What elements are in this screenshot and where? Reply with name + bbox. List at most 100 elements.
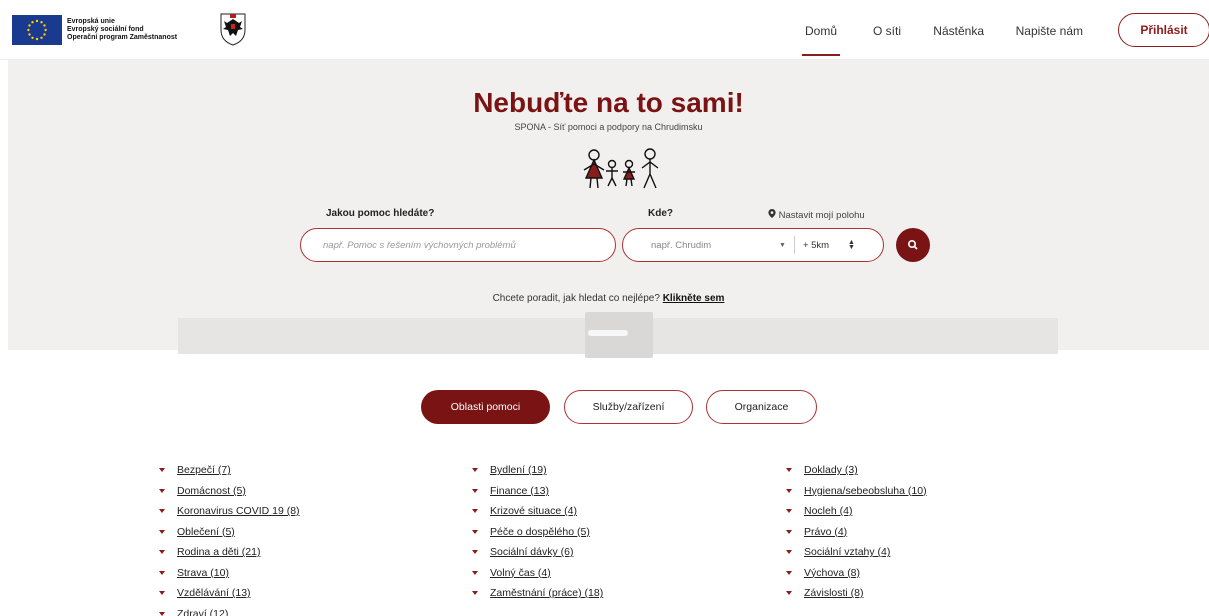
radius-select[interactable]: + 5km (803, 240, 848, 251)
tab-organizations[interactable]: Organizace (706, 390, 817, 424)
list-item[interactable]: Hygiena/sebeobsluha (10) (785, 481, 927, 502)
help-text: Chcete poradit, jak hledat co nejlépe? (492, 293, 660, 304)
category-link[interactable]: Závislosti (8) (804, 587, 864, 599)
where-placeholder[interactable]: např. Chrudim (651, 240, 779, 251)
category-column-2: Bydlení (19) Finance (13) Krizové situac… (471, 460, 603, 604)
help-link[interactable]: Klikněte sem (663, 293, 725, 304)
list-item[interactable]: Koronavirus COVID 19 (8) (158, 501, 300, 522)
coat-of-arms-icon[interactable] (218, 12, 248, 46)
search-button[interactable] (896, 228, 930, 262)
list-item[interactable]: Rodina a děti (21) (158, 542, 300, 563)
where-input-group[interactable]: např. Chrudim ▼ + 5km ▲ ▼ (622, 228, 884, 262)
family-icon (583, 148, 659, 189)
set-location-link[interactable]: Nastavit mojí polohu (768, 209, 865, 221)
category-link[interactable]: Zaměstnání (práce) (18) (490, 587, 603, 599)
category-link[interactable]: Bezpečí (7) (177, 464, 231, 476)
list-item[interactable]: Zaměstnání (práce) (18) (471, 583, 603, 604)
bullet-icon (786, 509, 792, 514)
nav-contact[interactable]: Napište nám (1016, 24, 1083, 38)
bullet-icon (472, 468, 478, 473)
bullet-icon (159, 488, 165, 493)
eu-line-1: Evropská unie (67, 18, 115, 25)
eu-text: Evropská unie Evropský sociální fond Ope… (67, 18, 177, 42)
category-link[interactable]: Sociální vztahy (4) (804, 546, 890, 558)
list-item[interactable]: Vzdělávání (13) (158, 583, 300, 604)
where-label: Kde? (648, 208, 673, 219)
hero-section: Nebuďte na to sami! SPONA - Síť pomoci a… (8, 60, 1209, 358)
category-link[interactable]: Domácnost (5) (177, 485, 246, 497)
list-item[interactable]: Nocleh (4) (785, 501, 927, 522)
category-link[interactable]: Sociální dávky (6) (490, 546, 573, 558)
list-item[interactable]: Sociální dávky (6) (471, 542, 603, 563)
bullet-icon (786, 591, 792, 596)
radius-stepper-icon[interactable]: ▲ ▼ (848, 239, 855, 251)
bullet-icon (786, 550, 792, 555)
category-link[interactable]: Hygiena/sebeobsluha (10) (804, 485, 927, 497)
list-item[interactable]: Závislosti (8) (785, 583, 927, 604)
bullet-icon (472, 591, 478, 596)
list-item[interactable]: Výchova (8) (785, 563, 927, 584)
category-link[interactable]: Strava (10) (177, 567, 229, 579)
bullet-icon (159, 591, 165, 596)
tab-services[interactable]: Služby/zařízení (564, 390, 693, 424)
category-link[interactable]: Rodina a děti (21) (177, 546, 260, 558)
category-link[interactable]: Koronavirus COVID 19 (8) (177, 505, 300, 517)
list-item[interactable]: Domácnost (5) (158, 481, 300, 502)
page-subtitle: SPONA - Síť pomoci a podpory na Chrudims… (514, 122, 703, 132)
list-item[interactable]: Právo (4) (785, 522, 927, 543)
category-link[interactable]: Výchova (8) (804, 567, 860, 579)
category-link[interactable]: Právo (4) (804, 526, 847, 538)
category-link[interactable]: Finance (13) (490, 485, 549, 497)
bullet-icon (159, 529, 165, 534)
page-title: Nebuďte na to sami! (473, 87, 744, 118)
login-button[interactable]: Přihlásit (1118, 13, 1209, 47)
category-link[interactable]: Doklady (3) (804, 464, 858, 476)
eu-logo[interactable]: Evropská unie Evropský sociální fond Ope… (12, 15, 177, 45)
divider (793, 236, 795, 254)
list-item[interactable]: Strava (10) (158, 563, 300, 584)
nav-about[interactable]: O síti (873, 24, 901, 38)
set-location-label: Nastavit mojí polohu (778, 210, 865, 221)
location-pin-icon (768, 209, 776, 218)
bullet-icon (786, 468, 792, 473)
nav-board[interactable]: Nástěnka (933, 24, 984, 38)
decorative-bar (588, 330, 628, 336)
category-link[interactable]: Zdraví (12) (177, 608, 228, 616)
list-item[interactable]: Doklady (3) (785, 460, 927, 481)
category-link[interactable]: Krizové situace (4) (490, 505, 577, 517)
category-link[interactable]: Nocleh (4) (804, 505, 852, 517)
category-column-1: Bezpečí (7) Domácnost (5) Koronavirus CO… (158, 460, 300, 616)
category-link[interactable]: Volný čas (4) (490, 567, 551, 579)
list-item[interactable]: Finance (13) (471, 481, 603, 502)
list-item[interactable]: Zdraví (12) (158, 604, 300, 616)
bullet-icon (159, 550, 165, 555)
list-item[interactable]: Bezpečí (7) (158, 460, 300, 481)
category-link[interactable]: Oblečení (5) (177, 526, 235, 538)
what-search-input[interactable]: např. Pomoc s řešením výchovných problém… (300, 228, 616, 262)
bullet-icon (159, 468, 165, 473)
eu-line-2: Evropský sociální fond (67, 26, 144, 33)
category-column-3: Doklady (3) Hygiena/sebeobsluha (10) Noc… (785, 460, 927, 604)
search-help: Chcete poradit, jak hledat co nejlépe? K… (8, 293, 1209, 304)
tab-areas[interactable]: Oblasti pomoci (421, 390, 550, 424)
list-item[interactable]: Volný čas (4) (471, 563, 603, 584)
site-header: Evropská unie Evropský sociální fond Ope… (0, 0, 1209, 60)
list-item[interactable]: Sociální vztahy (4) (785, 542, 927, 563)
search-icon (908, 240, 918, 250)
bullet-icon (472, 509, 478, 514)
bullet-icon (159, 611, 165, 616)
what-label: Jakou pomoc hledáte? (326, 208, 435, 219)
eu-line-3: Operační program Zaměstnanost (67, 34, 178, 41)
list-item[interactable]: Krizové situace (4) (471, 501, 603, 522)
nav-home[interactable]: Domů (801, 24, 841, 56)
category-link[interactable]: Vzdělávání (13) (177, 587, 251, 599)
dropdown-arrow-icon[interactable]: ▼ (779, 242, 786, 249)
category-link[interactable]: Péče o dospělého (5) (490, 526, 590, 538)
list-item[interactable]: Oblečení (5) (158, 522, 300, 543)
list-item[interactable]: Péče o dospělého (5) (471, 522, 603, 543)
bullet-icon (472, 529, 478, 534)
category-link[interactable]: Bydlení (19) (490, 464, 547, 476)
bullet-icon (159, 570, 165, 575)
list-item[interactable]: Bydlení (19) (471, 460, 603, 481)
eu-flag-icon (12, 15, 62, 45)
